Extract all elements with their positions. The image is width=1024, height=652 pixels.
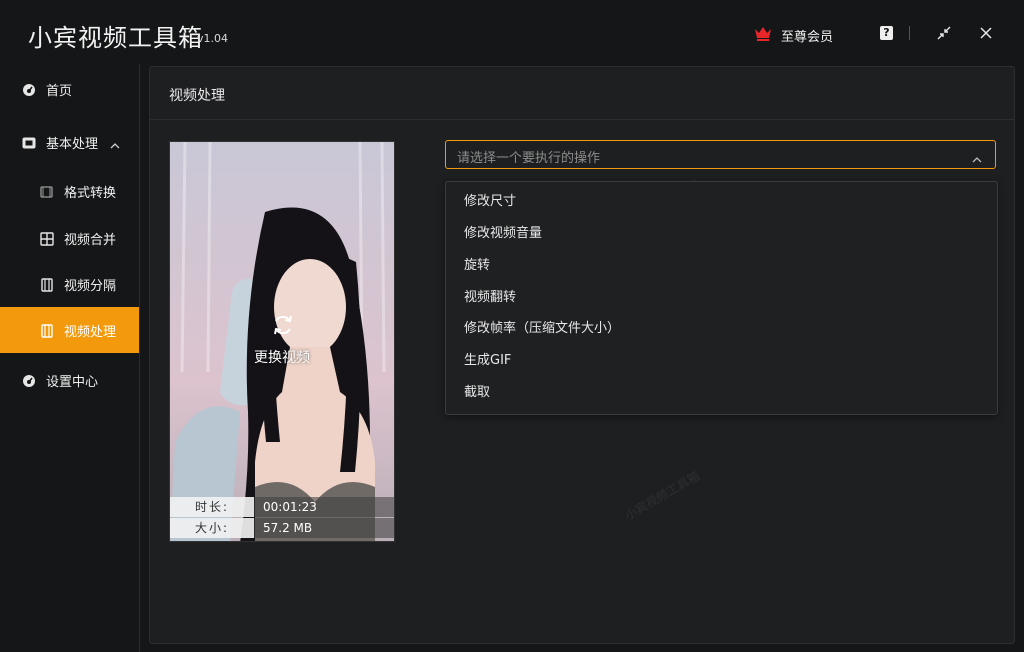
sidebar-item-label: 格式转换	[64, 185, 117, 201]
duration-key: 时长:	[170, 497, 254, 517]
sidebar-item-video-split[interactable]: 视频分隔	[0, 261, 139, 307]
sidebar-divider	[139, 64, 140, 652]
chevron-up-icon	[110, 136, 120, 149]
chevron-up-icon	[972, 150, 982, 163]
vip-membership-button[interactable]: 至尊会员	[753, 24, 833, 46]
sidebar-item-video-processing[interactable]: 视频处理	[0, 307, 139, 353]
film-convert-icon	[40, 184, 54, 198]
sidebar-item-label: 视频合并	[64, 232, 117, 248]
option-framerate[interactable]: 修改帧率（压缩文件大小）	[446, 314, 997, 344]
sidebar-item-label: 首页	[46, 83, 73, 99]
sidebar-item-basic-processing[interactable]: 基本处理	[0, 119, 139, 165]
duration-value: 00:01:23	[254, 497, 394, 517]
dashboard-icon	[22, 82, 36, 96]
close-icon[interactable]	[978, 25, 994, 41]
title-bar: 小宾视频工具箱 v1.04 至尊会员 ?	[0, 0, 1024, 64]
watermark-text: 小宾视频工具箱	[622, 468, 703, 523]
sidebar-item-video-merge[interactable]: 视频合并	[0, 215, 139, 261]
sidebar: 首页 基本处理 格式转换 视频合并 视频分隔 视频处理 设置中心	[0, 64, 139, 652]
video-thumbnail	[170, 142, 394, 541]
compact-mode-icon[interactable]	[936, 25, 952, 41]
film-strip-icon	[40, 277, 54, 292]
sidebar-item-label: 视频处理	[64, 324, 117, 340]
size-key: 大小:	[170, 518, 254, 538]
video-box-icon	[22, 135, 36, 149]
merge-icon	[40, 231, 54, 246]
operation-select[interactable]: 请选择一个要执行的操作	[445, 140, 996, 169]
size-row: 大小: 57.2 MB	[170, 518, 394, 538]
sidebar-item-label: 视频分隔	[64, 278, 117, 294]
video-preview[interactable]: 更换视频 时长: 00:01:23 大小: 57.2 MB	[169, 141, 395, 542]
operation-select-placeholder: 请选择一个要执行的操作	[457, 151, 601, 166]
option-resize[interactable]: 修改尺寸	[446, 187, 997, 217]
vip-label: 至尊会员	[781, 29, 834, 45]
option-clip[interactable]: 截取	[446, 378, 997, 408]
operation-dropdown: 修改尺寸 修改视频音量 旋转 视频翻转 修改帧率（压缩文件大小） 生成GIF 截…	[445, 181, 998, 415]
dashboard-icon	[22, 373, 36, 387]
option-gif[interactable]: 生成GIF	[446, 346, 997, 376]
refresh-icon	[270, 312, 296, 338]
page-title: 视频处理	[169, 88, 225, 104]
sidebar-item-label: 基本处理	[46, 136, 99, 152]
size-value: 57.2 MB	[254, 518, 394, 538]
app-version: v1.04	[197, 32, 229, 45]
duration-row: 时长: 00:01:23	[170, 497, 394, 517]
sidebar-item-format-convert[interactable]: 格式转换	[0, 168, 139, 214]
app-title: 小宾视频工具箱	[28, 24, 203, 52]
sidebar-item-home[interactable]: 首页	[0, 66, 139, 112]
option-rotate[interactable]: 旋转	[446, 251, 997, 281]
panel-header: 视频处理	[150, 67, 1014, 120]
sidebar-item-settings[interactable]: 设置中心	[0, 357, 139, 403]
main-panel: 视频处理 小宾视频工具箱 小宾视频工具箱	[149, 66, 1015, 644]
film-strip-icon	[40, 323, 54, 338]
sidebar-item-label: 设置中心	[46, 374, 99, 390]
replace-video-label: 更换视频	[254, 350, 310, 366]
help-icon[interactable]: ?	[880, 26, 893, 40]
option-flip[interactable]: 视频翻转	[446, 283, 997, 313]
title-divider	[909, 26, 910, 40]
option-volume[interactable]: 修改视频音量	[446, 219, 997, 249]
crown-icon	[753, 24, 773, 46]
